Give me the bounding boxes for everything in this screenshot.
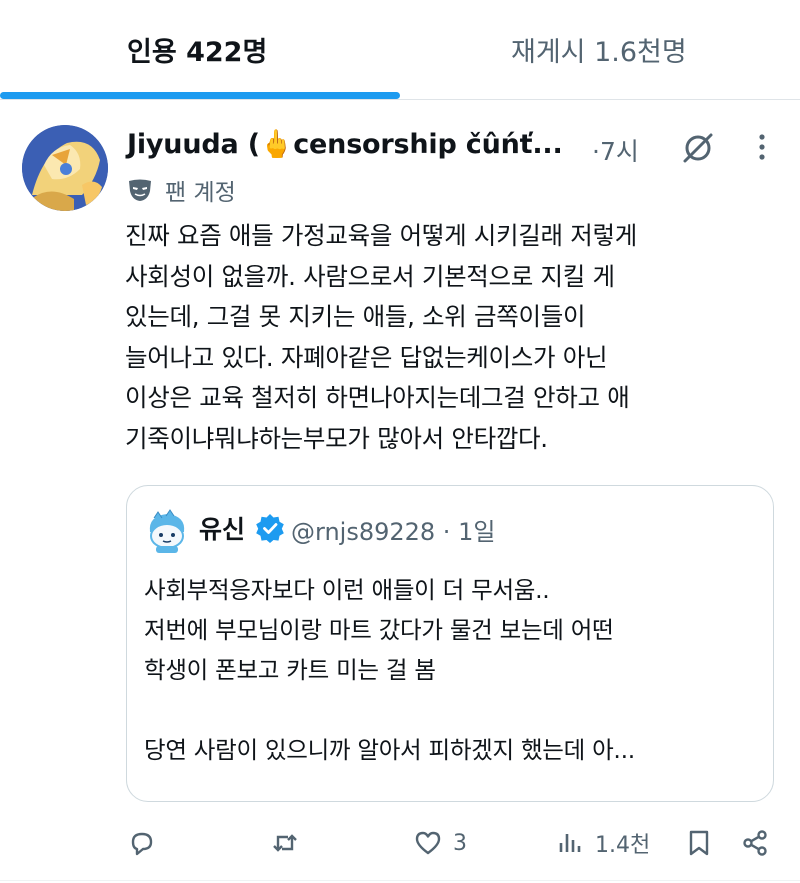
bookmark-button[interactable] xyxy=(684,820,714,866)
quoted-avatar[interactable] xyxy=(144,508,190,554)
like-button[interactable]: 3 xyxy=(413,820,467,866)
post-action-bar: 3 1.4천 xyxy=(0,820,800,870)
post-text-line: 진짜 요즘 애들 가정교육을 어떻게 시키길래 저렇게 xyxy=(125,221,637,250)
quoted-text-line xyxy=(144,690,764,730)
tab-quotes[interactable]: 인용 422명 xyxy=(127,30,267,69)
repost-icon xyxy=(273,834,297,852)
like-count: 3 xyxy=(453,830,467,856)
reply-button[interactable] xyxy=(127,820,157,866)
views-button[interactable]: 1.4천 xyxy=(555,820,650,866)
post-text-line: 이상은 교육 철저히 하면나아지는데그걸 안하고 애 xyxy=(125,383,630,412)
share-icon xyxy=(743,830,767,856)
quoted-text-line: 사회부적응자보다 이런 애들이 더 무서움.. xyxy=(144,576,550,604)
mask-icon xyxy=(129,179,151,201)
views-icon xyxy=(559,834,581,852)
heart-icon xyxy=(415,831,441,855)
bookmark-icon xyxy=(689,830,709,856)
repost-button[interactable] xyxy=(270,820,300,866)
quoted-handle-time[interactable]: @rnjs89228 · 1일 xyxy=(291,512,495,547)
grok-icon[interactable] xyxy=(680,130,716,166)
quoted-post-card[interactable]: 유신 @rnjs89228 · 1일 사회부적응자보다 이런 애들이 더 무서움… xyxy=(126,485,774,802)
tab-bar: 인용 422명 재게시 1.6천명 xyxy=(0,0,800,100)
divider xyxy=(0,99,800,100)
quoted-post-text: 사회부적응자보다 이런 애들이 더 무서움.. 저번에 부모님이랑 마트 갔다가… xyxy=(144,570,764,770)
quoted-text-line: 당연 사람이 있으니까 알아서 피하겠지 했는데 아... xyxy=(144,736,635,764)
reply-icon xyxy=(131,832,153,856)
verified-badge-icon xyxy=(255,513,285,543)
tab-reposts[interactable]: 재게시 1.6천명 xyxy=(511,30,687,69)
active-tab-indicator xyxy=(0,92,400,99)
post-text-line: 늘어나고 있다. 자폐아같은 답없는케이스가 아닌 xyxy=(125,342,608,372)
post-text-line: 기죽이냐뭐냐하는부모가 많아서 안타깝다. xyxy=(125,423,548,453)
post-text: 진짜 요즘 애들 가정교육을 어떻게 시키길래 저렇게 사회성이 없을까. 사람… xyxy=(125,216,785,459)
more-options-icon[interactable] xyxy=(747,132,777,162)
quoted-author-name[interactable]: 유신 xyxy=(199,510,245,546)
author-name[interactable]: Jiyuuda (🖕censorship čûńť... xyxy=(127,128,563,160)
quoted-text-line: 저번에 부모님이랑 마트 갔다가 물건 보는데 어떤 xyxy=(144,616,614,644)
post-text-line: 있는데, 그걸 못 지키는 애들, 소위 금쪽이들이 xyxy=(125,302,586,331)
avatar[interactable] xyxy=(22,125,108,211)
post-header: Jiyuuda (🖕censorship čûńť... ·7시 xyxy=(127,128,787,168)
fan-account-label: 팬 계정 xyxy=(165,180,236,206)
views-count: 1.4천 xyxy=(595,833,651,858)
post-timestamp[interactable]: ·7시 xyxy=(592,132,639,168)
post-text-line: 사회성이 없을까. 사람으로서 기본적으로 지킬 게 xyxy=(125,261,615,291)
fan-account-badge: 팬 계정 xyxy=(127,174,236,206)
divider xyxy=(0,880,800,881)
quoted-text-line: 학생이 폰보고 카트 미는 걸 봄 xyxy=(144,656,436,684)
share-button[interactable] xyxy=(740,820,770,866)
